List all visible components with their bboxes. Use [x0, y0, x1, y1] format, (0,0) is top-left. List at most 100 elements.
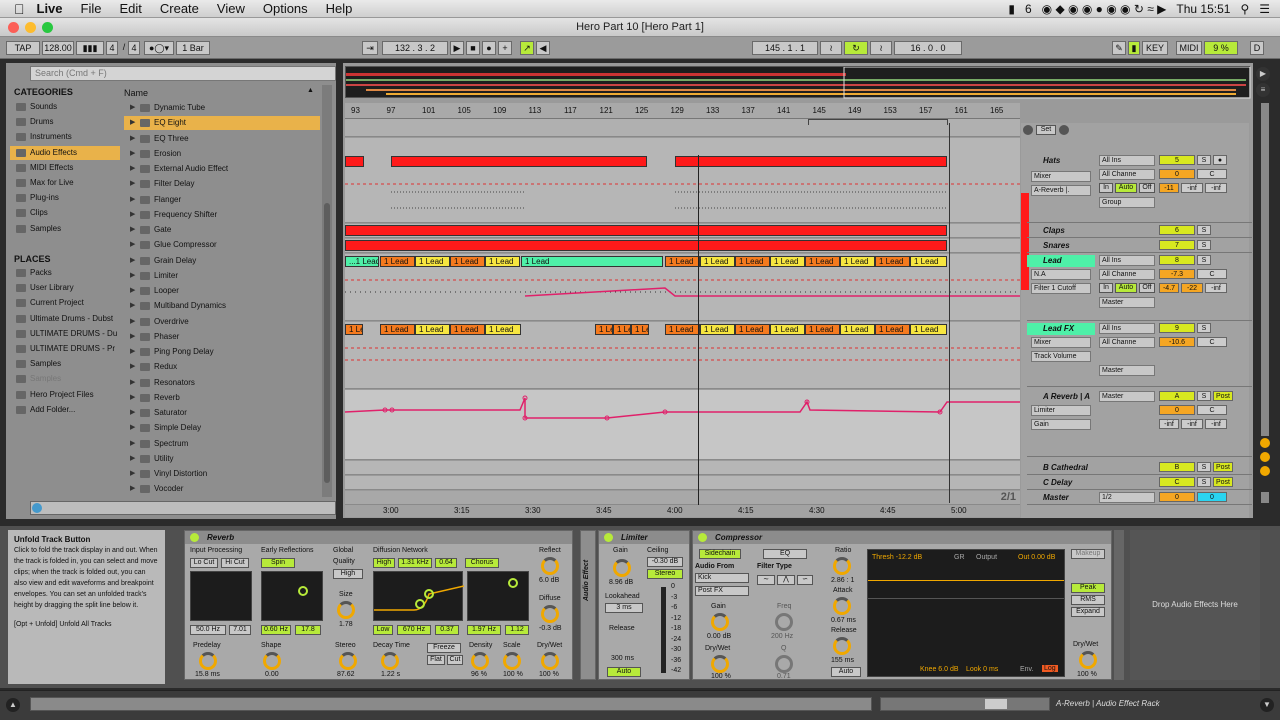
lead-fx-clip[interactable]: 1 Lead — [805, 324, 840, 335]
lead-clip[interactable]: 1 Lead — [415, 256, 450, 267]
send-a-field[interactable]: -4.7 — [1159, 283, 1179, 293]
name-column-header[interactable]: Name — [124, 88, 148, 98]
chorus-display[interactable] — [467, 571, 529, 621]
track-name-lead[interactable]: Lead — [1027, 255, 1095, 267]
rms-button[interactable]: RMS — [1071, 595, 1105, 605]
expand-button[interactable]: Expand — [1071, 607, 1105, 617]
input-type-select[interactable]: All Ins — [1099, 155, 1155, 166]
apple-icon[interactable]:  — [14, 1, 25, 17]
play-icon[interactable]: ▶ — [450, 41, 464, 55]
stereo-button[interactable]: Stereo — [647, 569, 683, 579]
freeze-button[interactable]: Freeze — [427, 643, 461, 653]
loop-length-field[interactable]: 16 . 0 . 0 — [894, 41, 962, 55]
gr-toggle[interactable]: GR — [954, 554, 965, 561]
lead-clip[interactable]: 1 Lead — [805, 256, 840, 267]
send-a-field[interactable]: -11 — [1159, 183, 1179, 193]
lead-fx-clip[interactable]: 1 Lead — [485, 324, 521, 335]
expand-triangle-icon[interactable]: ▶ — [130, 467, 135, 481]
drywet-knob[interactable] — [541, 652, 559, 670]
sidechain-tap-select[interactable]: Post FX — [695, 586, 749, 596]
device-chooser[interactable]: Mixer — [1031, 171, 1091, 182]
place-item[interactable]: Ultimate Drums - Dubst — [10, 312, 120, 326]
device-chooser[interactable]: Mixer — [1031, 337, 1091, 348]
post-button[interactable]: Post — [1213, 477, 1233, 487]
pan-field[interactable]: C — [1197, 269, 1227, 279]
lead-clip[interactable]: ...1 Lead — [345, 256, 379, 267]
expand-triangle-icon[interactable]: ▶ — [130, 238, 135, 252]
ceiling-field[interactable]: -0.30 dB — [647, 557, 683, 567]
expand-triangle-icon[interactable]: ▶ — [130, 315, 135, 329]
lead-fx-clip[interactable]: 1 Lead — [415, 324, 450, 335]
category-item[interactable]: Sounds — [10, 100, 120, 114]
zoom-window-icon[interactable] — [42, 22, 53, 33]
input-lo-field[interactable]: 50.0 Hz — [190, 625, 226, 635]
category-item[interactable]: Audio Effects — [10, 145, 120, 160]
lead-clip[interactable]: 1 Lead — [700, 256, 735, 267]
solo-button[interactable]: S — [1197, 225, 1211, 235]
punch-in-icon[interactable]: ≀ — [820, 41, 842, 55]
monitor-off-button[interactable]: Off — [1139, 183, 1155, 193]
device-chooser[interactable]: N.A — [1031, 269, 1091, 280]
key-map-button[interactable]: KEY — [1142, 41, 1168, 55]
track-name-snares[interactable]: Snares — [1027, 240, 1095, 252]
output-select[interactable]: Group — [1099, 197, 1155, 208]
spotlight-icon[interactable]: ⚲ — [1240, 2, 1249, 16]
compressor-drywet-knob[interactable] — [1079, 651, 1097, 669]
filter-highpass-icon[interactable]: ∽ — [797, 575, 813, 585]
lead-fx-clip[interactable]: 1 Lead — [450, 324, 485, 335]
solo-button[interactable]: S — [1197, 155, 1211, 165]
sidechain-button[interactable]: Sidechain — [699, 549, 741, 559]
lead-clip[interactable]: 1 Lead — [485, 256, 520, 267]
solo-button[interactable]: S — [1197, 255, 1211, 265]
browser-item[interactable]: ▶ Phaser — [124, 330, 320, 344]
expand-triangle-icon[interactable]: ▶ — [130, 482, 135, 496]
expand-triangle-icon[interactable]: ▶ — [130, 208, 135, 222]
auto-release-button[interactable]: Auto — [607, 667, 641, 677]
browser-item[interactable]: ▶ EQ Eight — [124, 116, 320, 131]
drop-effects-zone[interactable]: Drop Audio Effects Here — [1130, 530, 1260, 680]
solo-button[interactable]: S — [1197, 462, 1211, 472]
volume-field[interactable]: 0 — [1159, 169, 1195, 179]
spin-amount-field[interactable]: 17.8 — [295, 625, 321, 635]
lo-cut-button[interactable]: Lo Cut — [190, 558, 218, 568]
ratio-knob[interactable] — [833, 557, 851, 575]
prev-locator-icon[interactable] — [1023, 125, 1033, 135]
expand-triangle-icon[interactable]: ▶ — [130, 345, 135, 359]
monitor-auto-button[interactable]: Auto — [1115, 283, 1137, 293]
send-b-field[interactable]: -inf — [1181, 183, 1203, 193]
lead-fx-lane[interactable]: 1 Le1 Lead1 Lead1 Lead1 Lead1 Le1 Le1 Le… — [345, 322, 1020, 389]
expand-triangle-icon[interactable]: ▶ — [130, 330, 135, 344]
device-chooser[interactable]: Limiter — [1031, 405, 1091, 416]
volume-field[interactable]: 0 — [1159, 492, 1195, 502]
clip[interactable] — [345, 225, 947, 236]
auto-release-button[interactable]: Auto — [831, 667, 861, 677]
browser-item[interactable]: ▶ Filter Delay — [124, 177, 320, 191]
track-activator[interactable]: 6 — [1159, 225, 1195, 235]
category-item[interactable]: Plug-ins — [10, 191, 120, 205]
lead-clip[interactable]: 1 Lead — [521, 256, 663, 267]
expand-triangle-icon[interactable]: ▶ — [130, 177, 135, 191]
clip[interactable] — [345, 156, 364, 167]
next-locator-icon[interactable] — [1059, 125, 1069, 135]
lookahead-select[interactable]: 3 ms — [605, 603, 643, 613]
minimize-window-icon[interactable] — [25, 22, 36, 33]
bpm-field[interactable]: 128.00 — [42, 41, 74, 55]
snares-lane[interactable] — [345, 239, 1020, 253]
quality-select[interactable]: High — [333, 569, 363, 579]
output-select[interactable]: Master — [1099, 297, 1155, 308]
stereo-knob[interactable] — [339, 652, 357, 670]
category-item[interactable]: Instruments — [10, 130, 120, 144]
hats-lane[interactable] — [345, 138, 1020, 223]
expand-triangle-icon[interactable]: ▶ — [130, 223, 135, 237]
diffusion-display[interactable] — [373, 571, 465, 621]
hi-cut-button[interactable]: Hi Cut — [221, 558, 249, 568]
place-item[interactable]: ULTIMATE DRUMS - Pr — [10, 342, 120, 356]
place-item[interactable]: Samples — [10, 372, 120, 386]
battery-icon[interactable]: ▮ — [1008, 2, 1015, 16]
pan-field[interactable]: C — [1197, 337, 1227, 347]
flat-button[interactable]: Flat — [427, 655, 445, 665]
send-c-field[interactable]: -inf — [1205, 183, 1227, 193]
browser-item[interactable]: ▶ Vinyl Distortion — [124, 467, 320, 481]
spin-button[interactable]: Spin — [261, 558, 295, 568]
browser-search-input[interactable]: Search (Cmd + F) — [30, 66, 336, 81]
